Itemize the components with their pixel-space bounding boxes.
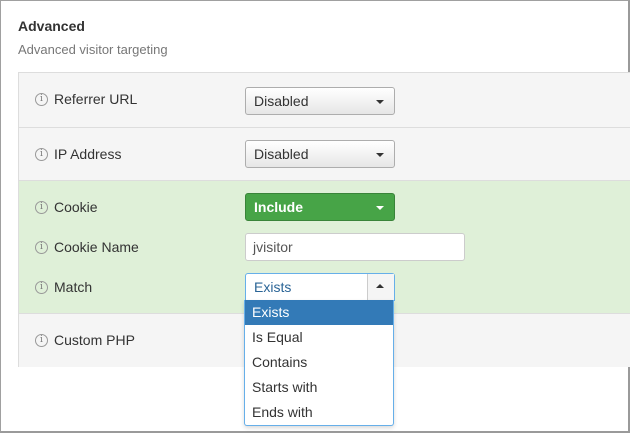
caret-down-icon [376,100,384,104]
match-dropdown-menu: Exists Is Equal Contains Starts with End… [244,300,394,426]
label-text: Cookie [54,199,98,215]
match-option-is-equal[interactable]: Is Equal [245,325,393,350]
info-icon[interactable]: i [35,333,48,347]
label-match: i Match [35,279,92,295]
info-icon[interactable]: i [35,240,48,254]
info-icon[interactable]: i [35,200,48,214]
caret-down-icon [376,153,384,157]
label-text: Referrer URL [54,91,138,107]
label-text: Custom PHP [54,332,135,348]
cookie-select[interactable]: Include [245,193,395,221]
input-value: jvisitor [253,239,293,255]
caret-down-icon [376,206,384,210]
referrer-url-select[interactable]: Disabled [245,87,395,115]
section-subtitle: Advanced visitor targeting [18,42,168,57]
info-icon[interactable]: i [35,147,48,161]
cookie-name-input[interactable]: jvisitor [245,233,465,261]
match-option-contains[interactable]: Contains [245,350,393,375]
label-cookie-name: i Cookie Name [35,239,139,255]
select-value: Disabled [254,93,309,109]
label-referrer-url: i Referrer URL [35,91,137,107]
ip-address-select[interactable]: Disabled [245,140,395,168]
match-option-starts-with[interactable]: Starts with [245,375,393,400]
row-referrer-url: i Referrer URL Disabled [19,73,630,128]
select-value: Include [254,199,304,215]
match-option-ends-with[interactable]: Ends with [245,400,393,425]
caret-up-icon [376,284,384,288]
label-cookie: i Cookie [35,199,98,215]
section-title: Advanced [18,18,85,34]
row-cookie-group: i Cookie Include i Cookie Name jvisitor … [19,181,630,314]
label-custom-php: i Custom PHP [35,332,135,348]
select-value: Disabled [254,146,309,162]
label-text: Match [54,279,93,295]
select-value: Exists [254,279,292,295]
match-option-exists[interactable]: Exists [245,300,393,325]
label-ip-address: i IP Address [35,146,121,162]
label-text: Cookie Name [54,239,139,255]
row-ip-address: i IP Address Disabled [19,128,630,181]
label-text: IP Address [54,146,122,162]
dropdown-toggle[interactable] [367,274,394,300]
match-select[interactable]: Exists [245,273,395,301]
info-icon[interactable]: i [35,280,48,294]
info-icon[interactable]: i [35,92,48,106]
